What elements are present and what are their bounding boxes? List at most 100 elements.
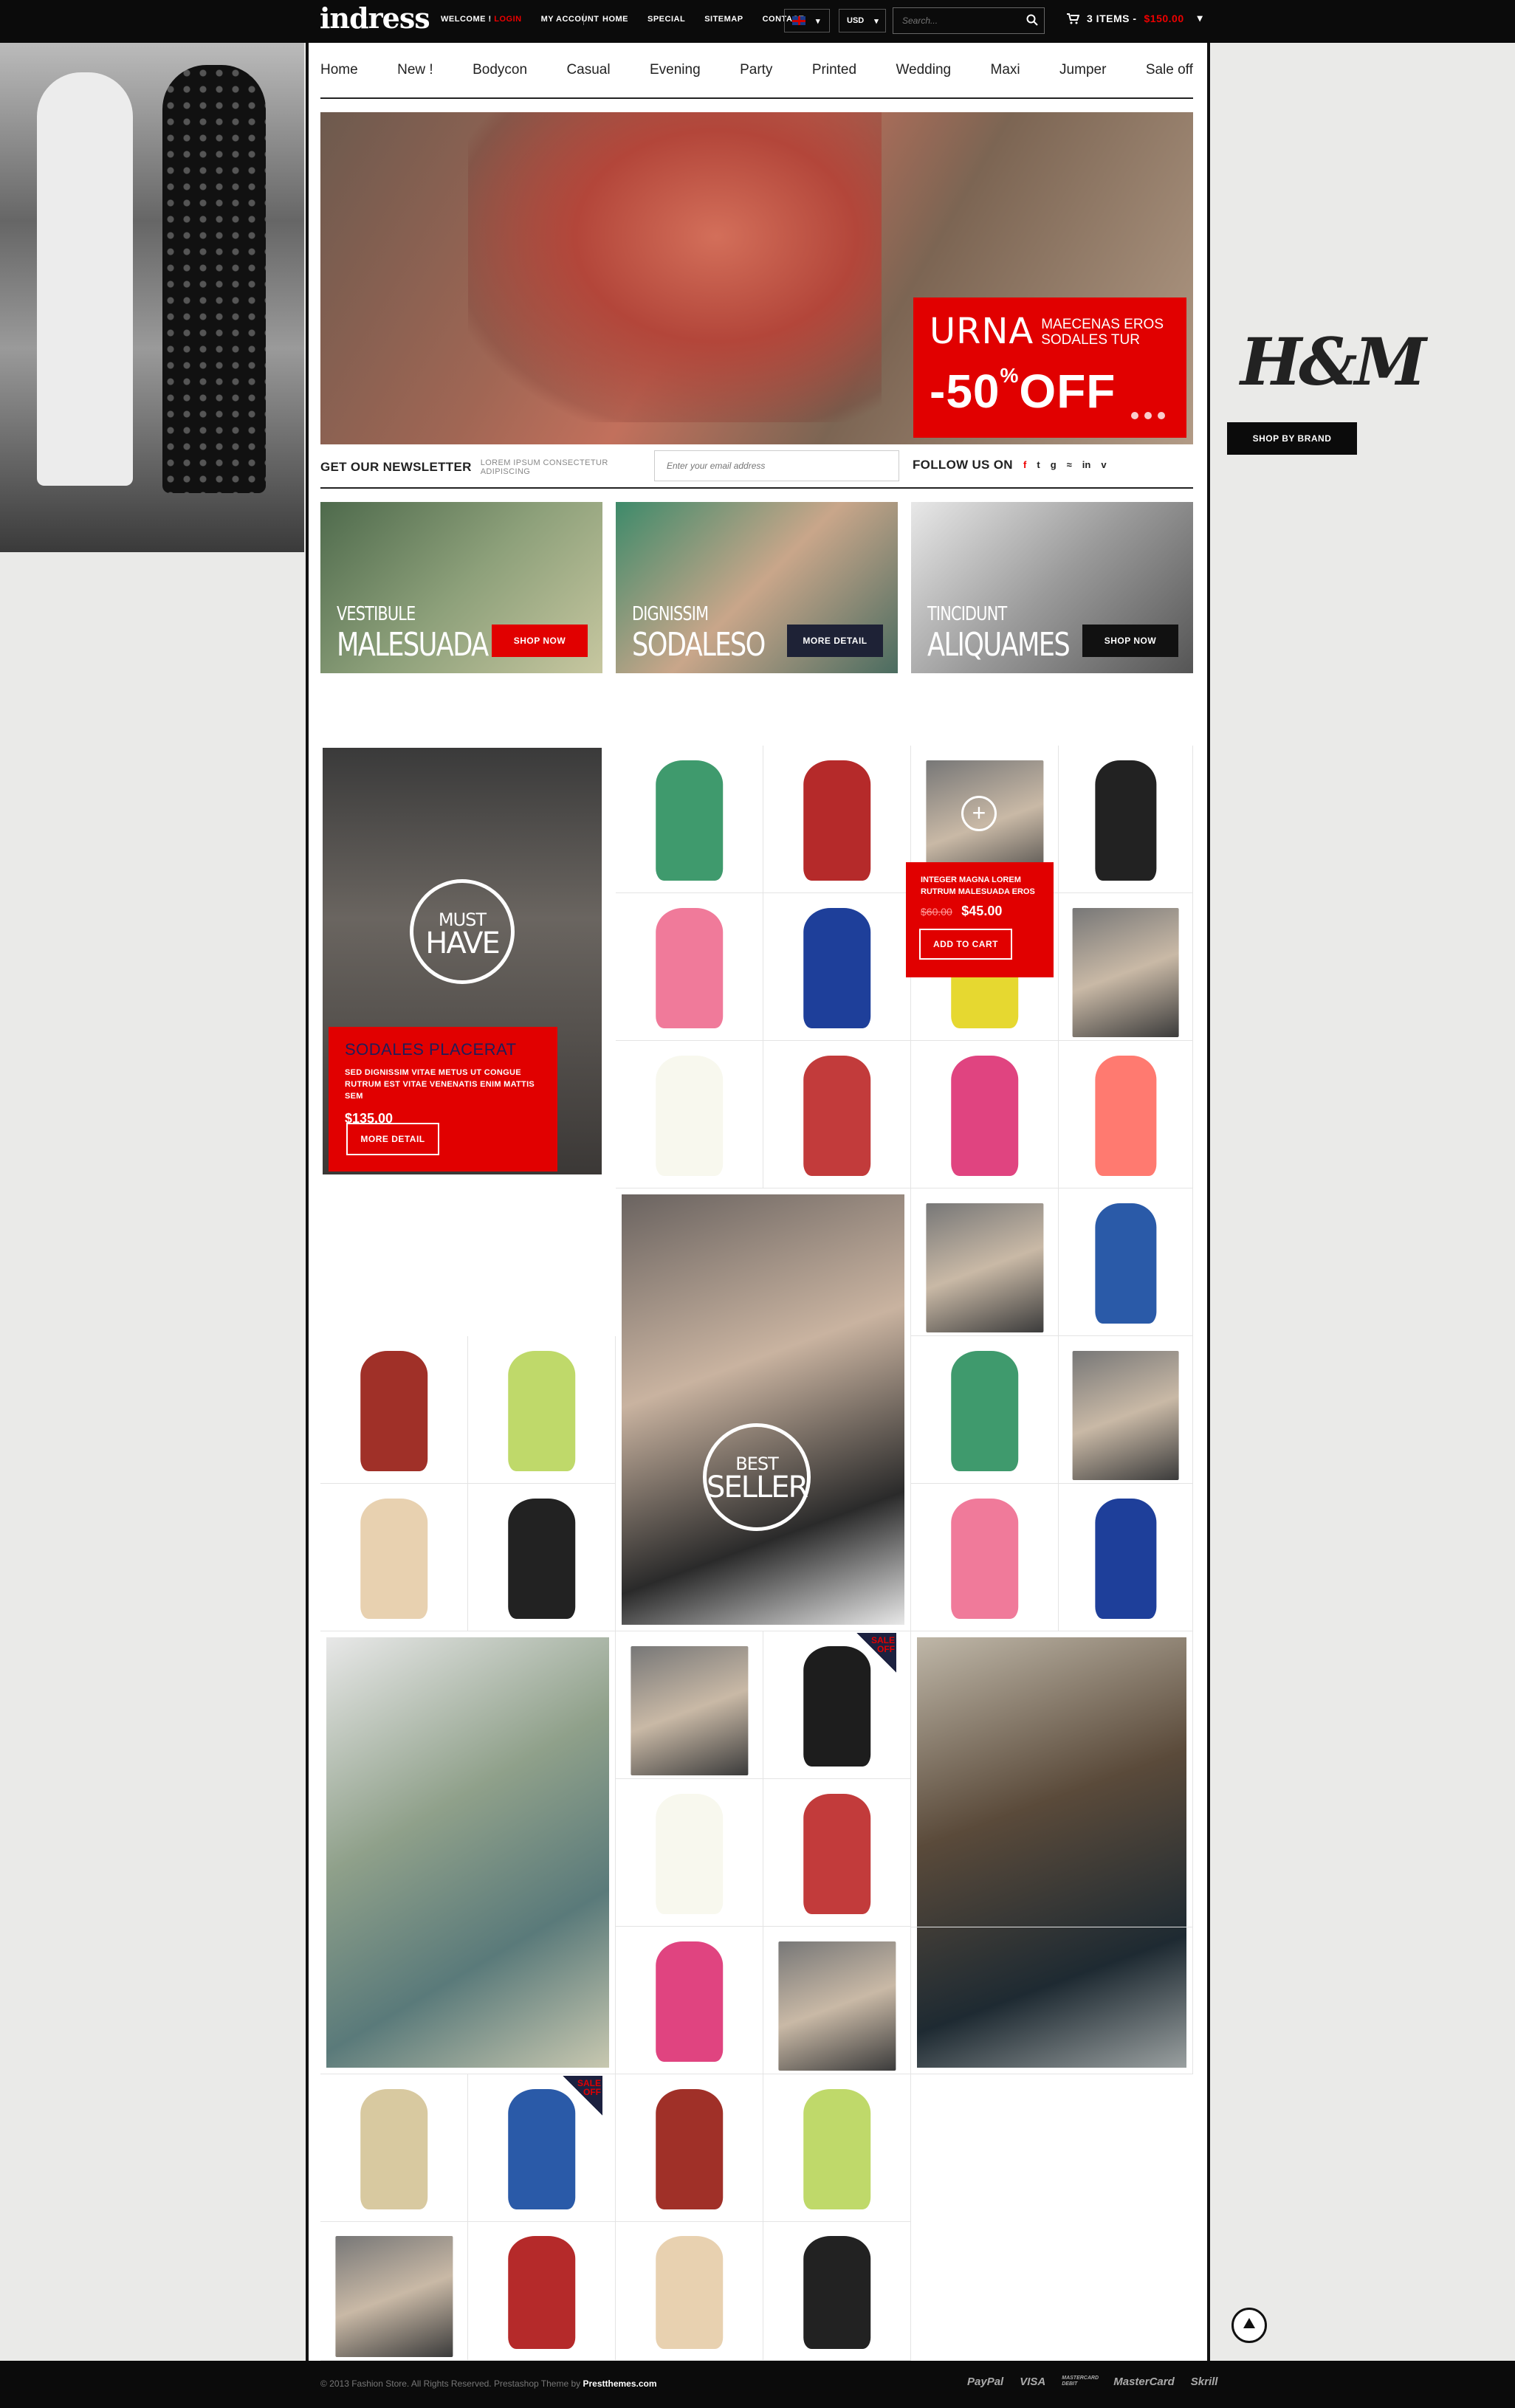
product-image [1094,760,1157,881]
promo-banner-1[interactable]: VESTIBULE MALESUADA SHOP NOW [320,502,602,673]
nav-bodycon[interactable]: Bodycon [473,62,527,78]
product-tile[interactable] [1059,1188,1193,1336]
product-tile[interactable] [911,1188,1059,1336]
promo-banner-2[interactable]: DIGNISSIM SODALESO MORE DETAIL [616,502,898,673]
social-links: f t g ≈ in v [1023,459,1107,470]
product-image [950,1498,1019,1620]
promo-shop-now-button[interactable]: SHOP NOW [1082,625,1178,657]
product-tile[interactable] [616,1041,763,1188]
product-tile[interactable] [320,1336,468,1484]
product-tile[interactable] [616,893,763,1041]
rss-icon[interactable]: ≈ [1067,459,1072,470]
slider-dot[interactable] [1158,412,1165,419]
promo-more-detail-button[interactable]: MORE DETAIL [787,625,883,657]
product-tile[interactable] [320,2074,468,2222]
product-tile[interactable] [911,1041,1059,1188]
product-tile[interactable] [1059,1484,1193,1631]
back-to-top-button[interactable] [1231,2308,1267,2343]
top-link-home[interactable]: HOME [602,15,628,24]
product-tile[interactable] [911,1336,1059,1484]
copyright: © 2013 Fashion Store. All Rights Reserve… [320,2378,657,2389]
author-link[interactable]: Prestthemes.com [583,2378,656,2389]
product-tile[interactable] [763,2074,911,2222]
product-tile[interactable] [616,2074,763,2222]
product-tile[interactable] [763,2222,911,2361]
product-tile[interactable] [1059,746,1193,893]
product-image [917,1637,1186,2068]
top-links: HOME SPECIAL SITEMAP CONTACT [602,15,804,24]
product-image [1094,1498,1157,1620]
product-tile[interactable] [616,2222,763,2361]
product-tile[interactable] [468,1336,616,1484]
product-tile[interactable] [1059,1336,1193,1484]
product-feature-tile[interactable] [911,1631,1193,2074]
product-tile[interactable] [616,1927,763,2074]
best-seller-feature[interactable] [616,1188,911,1631]
product-tile[interactable] [320,1484,468,1631]
product-image [507,1498,576,1620]
product-tile[interactable] [320,2222,468,2361]
product-tile[interactable] [468,1484,616,1631]
must-have-feature[interactable]: MUST HAVE SODALES PLACERAT SED DIGNISSIM… [323,748,602,1174]
promo-shop-now-button[interactable]: SHOP NOW [492,625,588,657]
product-tile[interactable] [763,746,911,893]
product-tile[interactable] [763,1779,911,1927]
top-link-sitemap[interactable]: SITEMAP [704,15,743,24]
product-tile[interactable] [911,1484,1059,1631]
cart-summary[interactable]: 3 ITEMS - $150.00 ▾ [1066,12,1203,24]
product-tile[interactable] [616,746,763,893]
add-to-cart-button[interactable]: ADD TO CART [919,929,1012,960]
site-logo[interactable]: indress [320,1,430,35]
vimeo-icon[interactable]: v [1101,459,1106,470]
nav-jumper[interactable]: Jumper [1059,62,1106,78]
nav-casual[interactable]: Casual [566,62,610,78]
side-banner-photo[interactable] [0,43,304,552]
product-image [622,1194,904,1625]
promo-banner-3[interactable]: TINCIDUNT ALIQUAMES SHOP NOW [911,502,1193,673]
product-feature-tile[interactable] [320,1631,616,2074]
nav-printed[interactable]: Printed [812,62,856,78]
product-tile[interactable] [763,1041,911,1188]
flag-uk-icon [792,16,805,25]
twitter-icon[interactable]: t [1037,459,1040,470]
nav-wedding[interactable]: Wedding [896,62,951,78]
quick-view-plus-icon[interactable]: + [961,796,997,831]
nav-evening[interactable]: Evening [650,62,701,78]
nav-new[interactable]: New ! [397,62,433,78]
product-tile[interactable] [616,1779,763,1927]
product-tile[interactable] [763,1927,911,2074]
product-tile[interactable] [1059,1041,1193,1188]
linkedin-icon[interactable]: in [1082,459,1091,470]
brand-logo[interactable]: H&M [1240,323,1426,400]
shop-by-brand-button[interactable]: SHOP BY BRAND [1227,422,1357,455]
facebook-icon[interactable]: f [1023,459,1026,470]
cart-items: 3 ITEMS - [1087,12,1137,24]
language-select[interactable]: ▾ [784,9,830,32]
product-tile[interactable] [616,1631,763,1779]
nav-party[interactable]: Party [740,62,772,78]
product-tile[interactable] [1059,893,1193,1041]
product-image [360,2088,428,2210]
currency-select[interactable]: USD ▾ [839,9,886,32]
nav-sale-off[interactable]: Sale off [1146,62,1193,78]
newsletter-email-input[interactable] [654,450,899,481]
top-link-special[interactable]: SPECIAL [647,15,685,24]
product-image [950,1350,1019,1472]
search-input[interactable] [893,8,1011,33]
search-icon[interactable] [1026,14,1038,26]
nav-home[interactable]: Home [320,62,358,78]
product-tile[interactable] [468,2222,616,2361]
slider-dot[interactable] [1144,412,1152,419]
more-detail-button[interactable]: MORE DETAIL [346,1123,439,1155]
product-image [950,1055,1019,1177]
slider-dot[interactable] [1131,412,1138,419]
product-tile[interactable] [763,893,911,1041]
product-hover-card: INTEGER MAGNA LOREM RUTRUM MALESUADA ERO… [906,862,1054,977]
nav-maxi[interactable]: Maxi [991,62,1020,78]
my-account-link[interactable]: MY ACCOUNT [541,15,600,24]
promo-line1: TINCIDUNT [927,603,1007,625]
product-image [1072,1350,1179,1480]
product-image [803,1793,871,1915]
login-link[interactable]: LOGIN [494,15,521,24]
google-plus-icon[interactable]: g [1051,459,1057,470]
